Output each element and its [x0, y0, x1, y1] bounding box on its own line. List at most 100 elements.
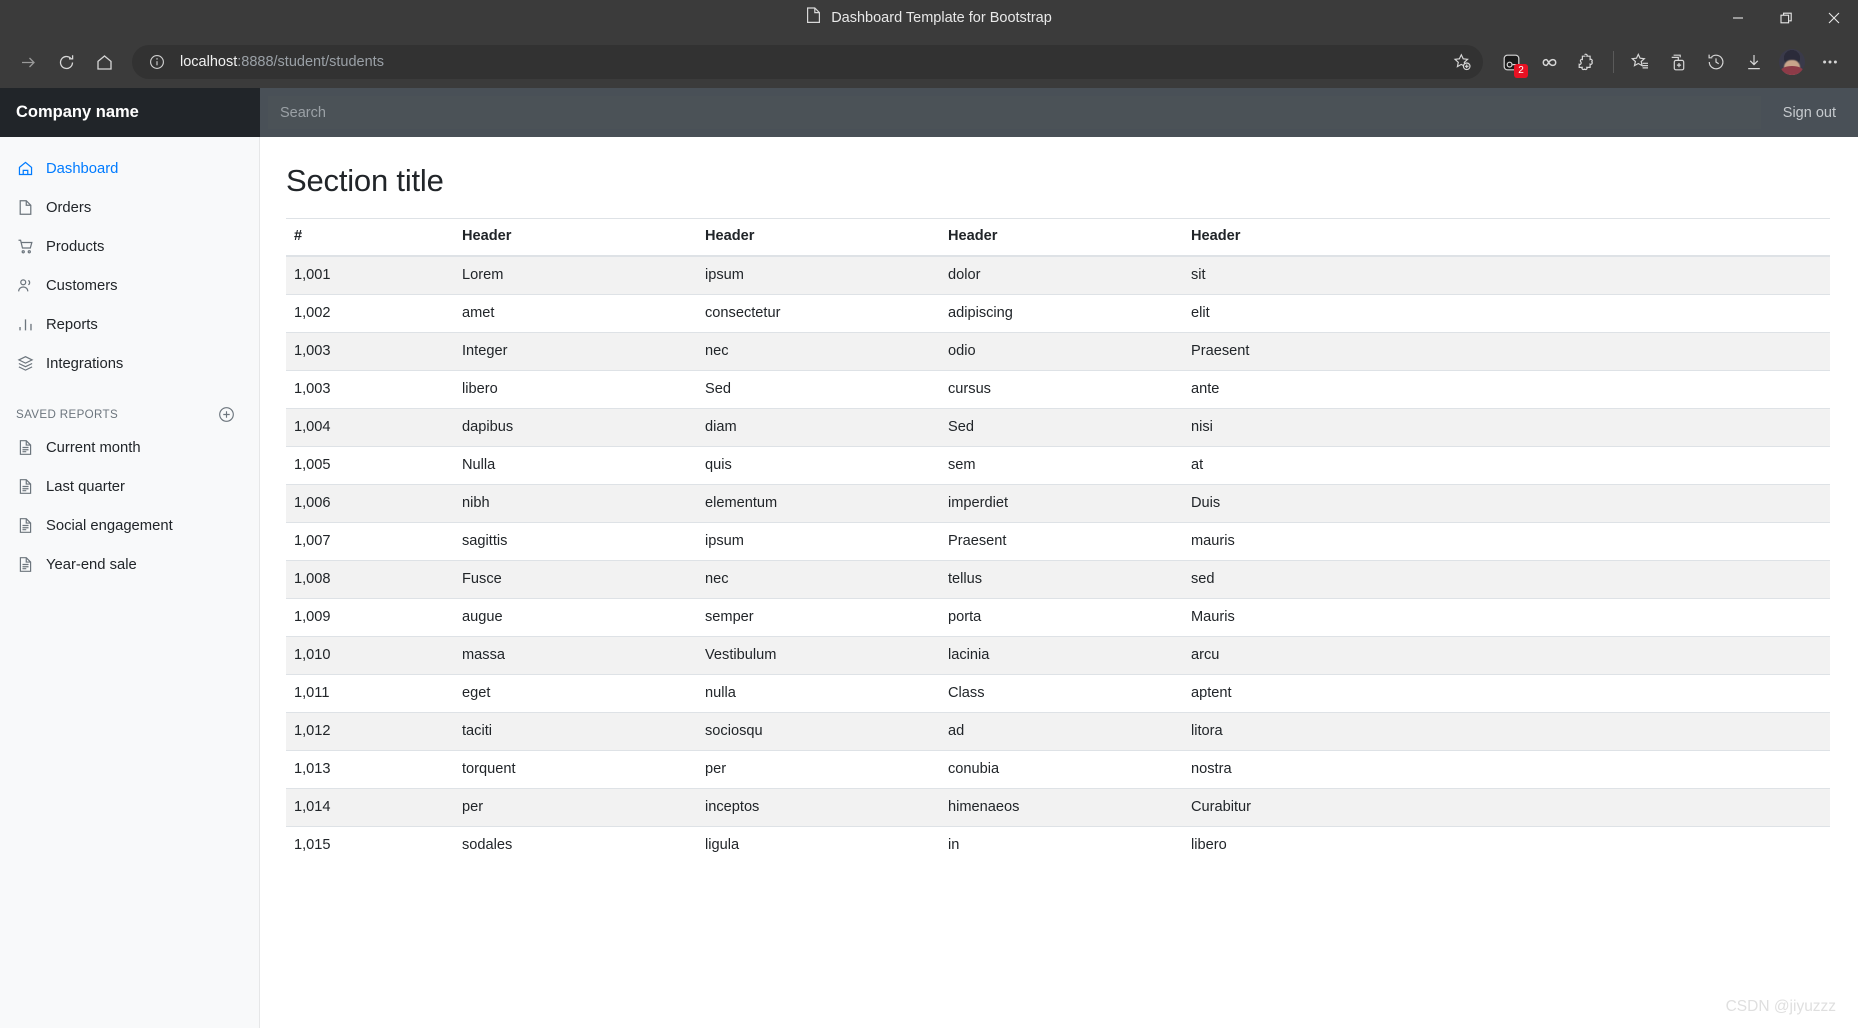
column-header-2[interactable]: Header: [697, 218, 940, 257]
address-bar[interactable]: localhost:8888/student/students: [132, 45, 1483, 79]
sidebar-item-label: Reports: [46, 316, 98, 333]
sidebar-item-label: Current month: [46, 439, 141, 456]
cell-value: adipiscing: [940, 294, 1183, 333]
column-header-id[interactable]: #: [286, 218, 454, 257]
forward-arrow-icon[interactable]: [10, 44, 46, 80]
avatar: [1779, 49, 1805, 75]
sidebar-item-label: Orders: [46, 199, 92, 216]
table-row: 1,001 Lorem ipsum dolor sit: [286, 255, 1831, 295]
extensions-puzzle-icon[interactable]: [1569, 44, 1605, 80]
cell-value: eget: [454, 674, 697, 713]
collections-add-icon[interactable]: [1660, 44, 1696, 80]
minimize-button[interactable]: [1714, 0, 1762, 36]
cell-value: Praesent: [1183, 332, 1831, 371]
sidebar-item-reports[interactable]: Reports: [0, 305, 259, 344]
column-header-4[interactable]: Header: [1183, 218, 1831, 257]
cell-value: Curabitur: [1183, 788, 1831, 827]
sign-out-link[interactable]: Sign out: [1761, 88, 1858, 137]
cell-value: imperdiet: [940, 484, 1183, 523]
sidebar-item-customers[interactable]: Customers: [0, 266, 259, 305]
cell-value: aptent: [1183, 674, 1831, 713]
table-row: 1,005 Nulla quis sem at: [286, 446, 1831, 485]
table-body: 1,001 Lorem ipsum dolor sit 1,002 amet consecte…: [286, 255, 1831, 864]
cart-icon: [16, 238, 34, 256]
cell-value: per: [697, 750, 940, 789]
cell-id: 1,002: [286, 294, 454, 333]
address-text[interactable]: localhost:8888/student/students: [180, 54, 1447, 70]
cell-id: 1,015: [286, 826, 454, 864]
split-screen-icon[interactable]: 2: [1493, 44, 1529, 80]
cell-value: ad: [940, 712, 1183, 751]
cell-value: sociosqu: [697, 712, 940, 751]
cell-value: sagittis: [454, 522, 697, 561]
cell-value: diam: [697, 408, 940, 447]
sidebar-item-products[interactable]: Products: [0, 227, 259, 266]
cell-id: 1,014: [286, 788, 454, 827]
sidebar-saved-report-current-month[interactable]: Current month: [0, 428, 259, 467]
home-icon[interactable]: [86, 44, 122, 80]
more-ellipsis-icon[interactable]: [1812, 44, 1848, 80]
browser-toolbar: localhost:8888/student/students 2: [0, 36, 1858, 88]
cell-value: elementum: [697, 484, 940, 523]
cell-value: lacinia: [940, 636, 1183, 675]
infinity-icon[interactable]: [1531, 44, 1567, 80]
cell-value: odio: [940, 332, 1183, 371]
downloads-arrow-icon[interactable]: [1736, 44, 1772, 80]
sidebar-item-integrations[interactable]: Integrations: [0, 344, 259, 383]
plus-circle-icon[interactable]: [217, 405, 235, 423]
table-header-row: # Header Header Header Header: [286, 218, 1831, 257]
history-clock-icon[interactable]: [1698, 44, 1734, 80]
favorites-star-list-icon[interactable]: [1622, 44, 1658, 80]
sidebar-item-label: Year-end sale: [46, 556, 137, 573]
cell-id: 1,012: [286, 712, 454, 751]
profile-avatar[interactable]: [1774, 44, 1810, 80]
cell-value: Nulla: [454, 446, 697, 485]
sidebar-item-orders[interactable]: Orders: [0, 188, 259, 227]
content-row: Dashboard Orders Products Customers Repo…: [0, 137, 1858, 1028]
sidebar-item-dashboard[interactable]: Dashboard: [0, 149, 259, 188]
cell-value: nostra: [1183, 750, 1831, 789]
reload-icon[interactable]: [48, 44, 84, 80]
cell-value: ipsum: [697, 255, 940, 295]
layers-icon: [16, 355, 34, 373]
cell-id: 1,010: [286, 636, 454, 675]
sidebar-saved-report-last-quarter[interactable]: Last quarter: [0, 467, 259, 506]
table-row: 1,003 Integer nec odio Praesent: [286, 332, 1831, 371]
saved-reports-label: Saved reports: [16, 407, 119, 421]
cell-value: quis: [697, 446, 940, 485]
cell-value: sodales: [454, 826, 697, 864]
column-header-3[interactable]: Header: [940, 218, 1183, 257]
page-viewport: Company name Sign out Dashboard: [0, 88, 1858, 1028]
cell-value: sed: [1183, 560, 1831, 599]
info-icon[interactable]: [146, 51, 168, 73]
cell-value: Fusce: [454, 560, 697, 599]
star-plus-icon[interactable]: [1447, 47, 1477, 77]
cell-value: libero: [1183, 826, 1831, 864]
table-row: 1,015 sodales ligula in libero: [286, 826, 1831, 864]
cell-value: Sed: [697, 370, 940, 409]
cell-id: 1,006: [286, 484, 454, 523]
data-table: # Header Header Header Header 1,001 Lorem…: [286, 218, 1831, 864]
sidebar-item-label: Last quarter: [46, 478, 125, 495]
url-host: localhost: [180, 54, 238, 70]
cell-value: nibh: [454, 484, 697, 523]
search-input[interactable]: [268, 96, 1761, 129]
cell-value: nisi: [1183, 408, 1831, 447]
cell-value: tellus: [940, 560, 1183, 599]
cell-value: at: [1183, 446, 1831, 485]
cell-value: Duis: [1183, 484, 1831, 523]
column-header-1[interactable]: Header: [454, 218, 697, 257]
cell-value: semper: [697, 598, 940, 637]
sidebar-saved-report-year-end-sale[interactable]: Year-end sale: [0, 545, 259, 584]
cell-value: consectetur: [697, 294, 940, 333]
cell-value: dapibus: [454, 408, 697, 447]
brand-label[interactable]: Company name: [0, 88, 260, 137]
table-row: 1,009 augue semper porta Mauris: [286, 598, 1831, 637]
cell-id: 1,008: [286, 560, 454, 599]
sidebar-saved-report-social-engagement[interactable]: Social engagement: [0, 506, 259, 545]
cell-value: litora: [1183, 712, 1831, 751]
restore-button[interactable]: [1762, 0, 1810, 36]
close-button[interactable]: [1810, 0, 1858, 36]
split-screen-badge: 2: [1514, 64, 1528, 78]
toolbar-divider: [1613, 51, 1614, 73]
